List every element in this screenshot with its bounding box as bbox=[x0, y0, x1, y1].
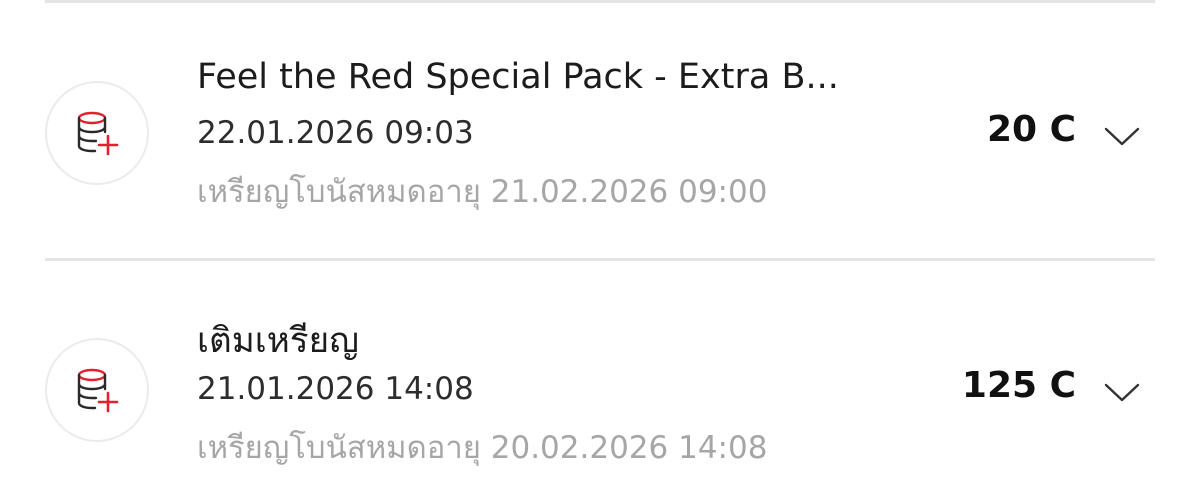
transaction-title: Feel the Red Special Pack - Extra B... bbox=[197, 57, 839, 97]
transaction-amount: 125 C bbox=[961, 365, 1076, 406]
transaction-date: 21.01.2026 14:08 bbox=[197, 371, 474, 407]
coin-stack-plus-icon bbox=[45, 338, 149, 442]
bonus-expiry-text: เหรียญโบนัสหมดอายุ 21.02.2026 09:00 bbox=[197, 174, 768, 210]
transaction-row[interactable]: Feel the Red Special Pack - Extra B... 2… bbox=[0, 3, 1199, 253]
transaction-date: 22.01.2026 09:03 bbox=[197, 115, 474, 151]
transaction-title: เติมเหรียญ bbox=[197, 321, 359, 361]
transaction-amount: 20 C bbox=[986, 109, 1076, 150]
transaction-history-list: Feel the Red Special Pack - Extra B... 2… bbox=[0, 0, 1199, 494]
transaction-row[interactable]: เติมเหรียญ 21.01.2026 14:08 เหรียญโบนัสห… bbox=[0, 261, 1199, 494]
chevron-down-icon[interactable] bbox=[1102, 123, 1142, 149]
coin-stack-plus-icon bbox=[45, 81, 149, 185]
chevron-down-icon[interactable] bbox=[1102, 379, 1142, 405]
bonus-expiry-text: เหรียญโบนัสหมดอายุ 20.02.2026 14:08 bbox=[197, 430, 768, 466]
